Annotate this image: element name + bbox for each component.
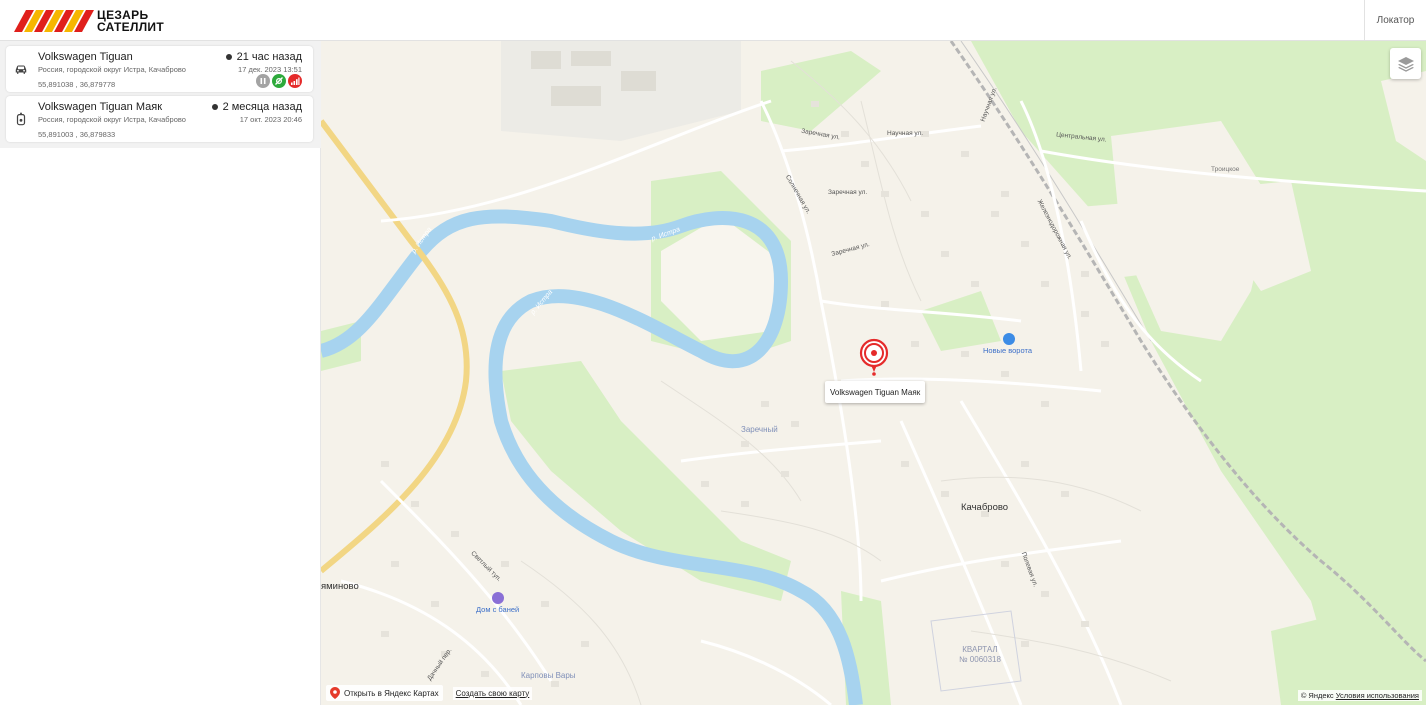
status-dot	[225, 54, 232, 60]
map-layers-button[interactable]	[1390, 48, 1421, 79]
logo-text: ЦЕЗАРЬ САТЕЛЛИТ	[97, 8, 164, 34]
map-label-yaminovo: яминово	[321, 581, 359, 592]
map-view[interactable]: Качаброво Заречный яминово Троицкое Новы…	[321, 41, 1426, 705]
unit-card-tiguan[interactable]: Volkswagen Tiguan Россия, городской окру…	[6, 46, 313, 92]
terms-link[interactable]: Условия использования	[1336, 691, 1419, 700]
units-sidebar: Volkswagen Tiguan Россия, городской окру…	[0, 41, 321, 705]
status-dot	[211, 104, 218, 110]
open-in-yandex-maps-link[interactable]: Открыть в Яндекс Картах	[326, 685, 443, 701]
unit-name: Volkswagen Tiguan	[38, 51, 133, 63]
no-gps-icon	[272, 74, 286, 88]
locator-button[interactable]: Локатор	[1364, 0, 1426, 41]
unit-coords: 55,891038 , 36,879778	[38, 80, 116, 89]
unit-name: Volkswagen Tiguan Маяк	[38, 101, 163, 113]
car-icon	[15, 65, 27, 74]
layers-icon	[1397, 56, 1414, 72]
map-copyright: © Яндекс Условия использования	[1297, 690, 1422, 701]
street-label-nauchnaya-1: Научная ул.	[887, 130, 924, 137]
logo[interactable]: ЦЕЗАРЬ САТЕЛЛИТ	[14, 9, 164, 33]
last-timestamp: 17 окт. 2023 20:46	[239, 115, 302, 124]
marker-tooltip: Volkswagen Tiguan Маяк	[825, 381, 926, 403]
signal-icon	[288, 74, 302, 88]
beacon-icon	[16, 112, 26, 126]
shop-poi-icon[interactable]	[1003, 333, 1015, 345]
unit-address: Россия, городской округ Истра, Качаброво	[38, 115, 186, 124]
map-label-zarechny: Заречный	[741, 425, 778, 434]
street-label-zarechnaya-2: Заречная ул.	[828, 189, 868, 196]
status-badges	[256, 74, 302, 88]
sauna-poi-icon[interactable]	[492, 592, 504, 604]
last-seen: 21 час назад	[225, 51, 302, 63]
last-seen: 2 месяца назад	[211, 101, 302, 113]
last-timestamp: 17 дек. 2023 13:51	[238, 65, 302, 74]
logo-stripes-icon	[14, 10, 94, 32]
map-label-karpovy-vary: Карповы Вары	[521, 671, 576, 680]
unit-coords: 55,891003 , 36,879833	[38, 130, 116, 139]
map-label-troitskoe: Троицкое	[1211, 166, 1240, 173]
pause-icon	[256, 74, 270, 88]
map-label-dom-s-baney: Дом с баней	[476, 605, 520, 614]
map-label-kvartal: КВАРТАЛ № 0060318	[959, 645, 1001, 664]
app-header: ЦЕЗАРЬ САТЕЛЛИТ Локатор	[0, 0, 1426, 41]
create-map-link[interactable]: Создать свою карту	[452, 686, 533, 700]
unit-card-tiguan-beacon[interactable]: Volkswagen Tiguan Маяк Россия, городской…	[6, 96, 313, 142]
map-label-novye-vorota: Новые ворота	[983, 346, 1032, 355]
map-footer: Открыть в Яндекс Картах Создать свою кар…	[326, 685, 533, 701]
unit-location-marker[interactable]	[858, 338, 890, 378]
map-pin-icon	[330, 687, 340, 699]
locator-label: Локатор	[1376, 15, 1415, 26]
map-label-kachabrovo: Качаброво	[961, 502, 1009, 513]
unit-address: Россия, городской округ Истра, Качаброво	[38, 65, 186, 74]
units-list: Volkswagen Tiguan Россия, городской окру…	[0, 41, 321, 148]
